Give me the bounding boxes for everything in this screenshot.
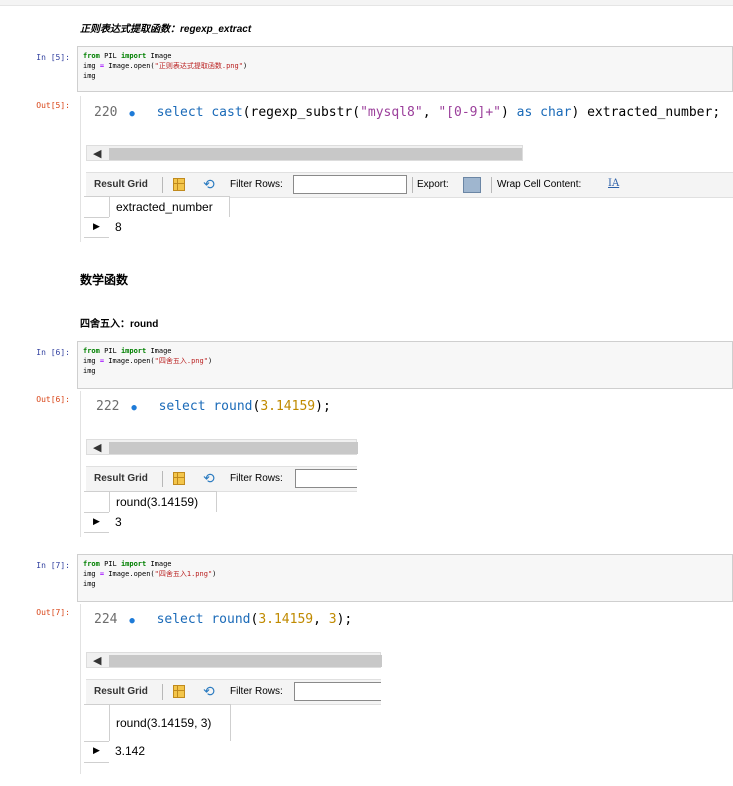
row-marker-icon[interactable]: ▶ bbox=[84, 217, 110, 238]
markdown-regexp-heading: 正则表达式提取函数：regexp_extract bbox=[80, 24, 252, 35]
code-line-3: img bbox=[83, 367, 96, 375]
line-number: 222 bbox=[96, 399, 120, 414]
in-prompt-5: In [5]: bbox=[36, 53, 70, 62]
output-image-6: 222 ● select round(3.14159); ◀ Result Gr… bbox=[80, 391, 358, 537]
output-image-5: 220 ● select cast(regexp_substr("mysql8"… bbox=[80, 96, 733, 242]
result-cell[interactable]: 3.142 bbox=[109, 741, 231, 763]
scrollbar-thumb[interactable] bbox=[109, 148, 522, 160]
wrap-cell-icon[interactable]: IA bbox=[608, 178, 619, 189]
out-prompt-6: Out[6]: bbox=[36, 395, 70, 404]
refresh-icon[interactable]: ⟲ bbox=[203, 176, 215, 193]
toolbar-separator bbox=[491, 177, 492, 193]
code-cell-6[interactable]: from PIL import Image img = Image.open("… bbox=[77, 341, 733, 389]
out-prompt-7: Out[7]: bbox=[36, 608, 70, 617]
code-line-2: img = Image.open("四舍五入1.png") bbox=[83, 570, 217, 578]
scroll-left-icon[interactable]: ◀ bbox=[93, 146, 101, 162]
scroll-left-icon[interactable]: ◀ bbox=[93, 653, 101, 669]
toolbar-separator bbox=[162, 684, 163, 700]
sql-line-6: 222 ● select round(3.14159); bbox=[96, 399, 331, 414]
markdown-math-heading: 数学函数 bbox=[80, 273, 129, 287]
result-grid-tab[interactable]: Result Grid bbox=[94, 473, 148, 484]
code-line-1: from PIL import Image bbox=[83, 560, 172, 568]
scroll-left-icon[interactable]: ◀ bbox=[93, 440, 101, 456]
column-header[interactable]: round(3.14159, 3) bbox=[109, 704, 231, 742]
dot-icon: ● bbox=[131, 403, 137, 413]
sql-line-7: 224 ● select round(3.14159, 3); bbox=[94, 612, 353, 627]
row-marker-icon[interactable]: ▶ bbox=[84, 741, 110, 763]
result-grid-tab[interactable]: Result Grid bbox=[94, 686, 148, 697]
column-header[interactable]: round(3.14159) bbox=[109, 491, 217, 513]
notebook-top-bar bbox=[0, 0, 733, 6]
code-cell-7[interactable]: from PIL import Image img = Image.open("… bbox=[77, 554, 733, 602]
toolbar-separator bbox=[162, 177, 163, 193]
wrap-cell-label: Wrap Cell Content: bbox=[497, 179, 582, 190]
column-header[interactable]: extracted_number bbox=[109, 196, 230, 218]
result-grid-tab[interactable]: Result Grid bbox=[94, 179, 148, 190]
grid-corner bbox=[84, 196, 110, 218]
grid-view-icon[interactable] bbox=[173, 472, 185, 485]
filter-rows-label: Filter Rows: bbox=[230, 473, 283, 484]
grid-corner bbox=[84, 704, 110, 742]
result-cell[interactable]: 3 bbox=[109, 512, 217, 533]
result-toolbar-5: Result Grid ⟲ Filter Rows: Export: Wrap … bbox=[86, 172, 733, 198]
refresh-icon[interactable]: ⟲ bbox=[203, 683, 215, 700]
in-prompt-6: In [6]: bbox=[36, 348, 70, 357]
scrollbar-thumb[interactable] bbox=[109, 442, 358, 454]
result-grid-6: round(3.14159) ▶ 3 bbox=[81, 491, 321, 537]
grid-view-icon[interactable] bbox=[173, 178, 185, 191]
line-number: 220 bbox=[94, 105, 118, 120]
code-line-1: from PIL import Image bbox=[83, 347, 172, 355]
scrollbar-thumb[interactable] bbox=[109, 655, 382, 667]
filter-rows-input[interactable] bbox=[294, 682, 381, 701]
horizontal-scrollbar-6[interactable]: ◀ bbox=[86, 439, 358, 456]
result-grid-7: round(3.14159, 3) ▶ 3.142 bbox=[81, 704, 321, 768]
dot-icon: ● bbox=[129, 109, 135, 119]
output-image-7: 224 ● select round(3.14159, 3); ◀ Result… bbox=[80, 604, 382, 774]
grid-view-icon[interactable] bbox=[173, 685, 185, 698]
line-number: 224 bbox=[94, 612, 118, 627]
code-line-3: img bbox=[83, 72, 96, 80]
code-line-2: img = Image.open("四舍五入.png") bbox=[83, 357, 213, 365]
filter-rows-input[interactable] bbox=[295, 469, 357, 488]
dot-icon: ● bbox=[129, 616, 135, 626]
result-toolbar-7: Result Grid ⟲ Filter Rows: bbox=[86, 679, 381, 705]
grid-corner bbox=[84, 491, 110, 513]
horizontal-scrollbar-7[interactable]: ◀ bbox=[86, 652, 382, 669]
code-line-3: img bbox=[83, 580, 96, 588]
result-grid-5: extracted_number ▶ 8 bbox=[81, 196, 321, 242]
result-cell[interactable]: 8 bbox=[109, 217, 230, 238]
result-toolbar-6: Result Grid ⟲ Filter Rows: bbox=[86, 466, 357, 492]
in-prompt-7: In [7]: bbox=[36, 561, 70, 570]
code-line-2: img = Image.open("正则表达式提取函数.png") bbox=[83, 62, 248, 70]
filter-rows-label: Filter Rows: bbox=[230, 179, 283, 190]
horizontal-scrollbar-5[interactable]: ◀ bbox=[86, 145, 523, 161]
filter-rows-label: Filter Rows: bbox=[230, 686, 283, 697]
filter-rows-input[interactable] bbox=[293, 175, 407, 194]
export-icon[interactable] bbox=[463, 177, 481, 193]
sql-line-5: 220 ● select cast(regexp_substr("mysql8"… bbox=[94, 105, 721, 120]
export-label: Export: bbox=[417, 179, 449, 190]
row-marker-icon[interactable]: ▶ bbox=[84, 512, 110, 533]
out-prompt-5: Out[5]: bbox=[36, 101, 70, 110]
code-line-1: from PIL import Image bbox=[83, 52, 172, 60]
toolbar-separator bbox=[162, 471, 163, 487]
refresh-icon[interactable]: ⟲ bbox=[203, 470, 215, 487]
markdown-round-heading: 四舍五入：round bbox=[80, 319, 159, 330]
code-cell-5[interactable]: from PIL import Image img = Image.open("… bbox=[77, 46, 733, 92]
toolbar-separator bbox=[412, 177, 413, 193]
